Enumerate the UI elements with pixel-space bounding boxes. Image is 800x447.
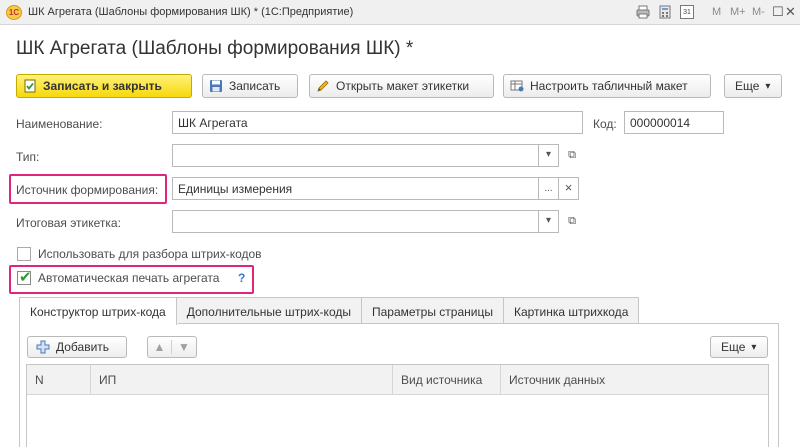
tab-page-parameters[interactable]: Параметры страницы	[360, 297, 504, 324]
barcode-constructor-table[interactable]: N ИП Вид источника Источник данных	[26, 364, 769, 447]
tab-bar: Конструктор штрих-кода Дополнительные шт…	[19, 297, 640, 325]
table-more-button[interactable]: Еще ▾	[710, 336, 768, 358]
help-icon[interactable]: ?	[238, 271, 245, 285]
code-input[interactable]: 000000014	[624, 111, 724, 134]
save-and-close-label: Записать и закрыть	[43, 79, 162, 93]
page-title: ШК Агрегата (Шаблоны формирования ШК) *	[16, 38, 414, 59]
use-for-parsing-label: Использовать для разбора штрих-кодов	[38, 247, 262, 261]
document-save-icon	[24, 79, 36, 93]
type-dropdown-button[interactable]: ▾	[539, 144, 559, 167]
table-more-label: Еще	[721, 340, 746, 354]
column-header-ip[interactable]: ИП	[91, 365, 393, 395]
type-input[interactable]	[172, 144, 539, 167]
plus-icon	[36, 340, 50, 354]
printer-icon[interactable]	[636, 5, 650, 19]
final-label-dropdown-button[interactable]: ▾	[539, 210, 559, 233]
auto-print-label: Автоматическая печать агрегата	[38, 271, 220, 285]
source-select-button[interactable]: ...	[539, 177, 559, 200]
save-and-close-button[interactable]: Записать и закрыть	[16, 74, 192, 98]
tab-additional-barcodes[interactable]: Дополнительные штрих-коды	[175, 297, 362, 324]
auto-print-checkbox[interactable]: ✔	[17, 269, 32, 286]
tab-barcode-constructor[interactable]: Конструктор штрих-кода	[19, 297, 177, 325]
final-label-input[interactable]	[172, 210, 539, 233]
source-label: Источник формирования:	[16, 183, 159, 197]
save-label: Записать	[229, 79, 281, 93]
more-actions-button[interactable]: Еще ▾	[724, 74, 782, 98]
column-header-n[interactable]: N	[27, 365, 91, 395]
code-label: Код:	[593, 117, 617, 131]
pencil-icon	[317, 80, 329, 92]
add-row-button[interactable]: Добавить	[27, 336, 127, 358]
app-logo-icon: 1С	[6, 5, 22, 20]
move-up-button[interactable]: ▲	[148, 340, 172, 354]
configure-table-layout-button[interactable]: Настроить табличный макет	[503, 74, 711, 98]
open-label-layout-button[interactable]: Открыть макет этикетки	[309, 74, 494, 98]
memory-m-plus-button[interactable]: M+	[730, 6, 746, 18]
more-actions-label: Еще	[735, 79, 760, 93]
source-clear-button[interactable]: ×	[559, 177, 579, 200]
move-buttons-group: ▲ ▼	[147, 336, 197, 358]
source-input[interactable]: Единицы измерения	[172, 177, 539, 200]
close-window-button[interactable]: ✕	[785, 4, 796, 20]
column-header-source-type[interactable]: Вид источника	[393, 365, 501, 395]
use-for-parsing-checkbox[interactable]	[17, 247, 31, 261]
calendar-icon[interactable]: 31	[680, 5, 694, 19]
chevron-down-icon: ▾	[765, 80, 771, 92]
name-input[interactable]: ШК Агрегата	[172, 111, 583, 134]
table-header: N ИП Вид источника Источник данных	[27, 365, 768, 395]
type-open-icon[interactable]: ⧉	[563, 146, 581, 164]
name-label: Наименование:	[16, 117, 103, 131]
calculator-icon[interactable]	[658, 5, 672, 19]
final-label-label: Итоговая этикетка:	[16, 216, 121, 230]
type-label: Тип:	[16, 150, 40, 164]
add-row-label: Добавить	[56, 340, 110, 354]
restore-window-button[interactable]: ☐	[772, 4, 784, 20]
final-label-open-icon[interactable]: ⧉	[563, 212, 581, 230]
move-down-button[interactable]: ▼	[172, 340, 196, 354]
checkmark-icon: ✔	[19, 269, 32, 286]
memory-m-minus-button[interactable]: M-	[752, 6, 765, 18]
tab-divider	[178, 323, 779, 324]
table-more-chevron-icon: ▾	[751, 341, 757, 353]
save-button[interactable]: Записать	[202, 74, 298, 98]
window-title: ШК Агрегата (Шаблоны формирования ШК) * …	[28, 6, 354, 18]
memory-m-button[interactable]: M	[712, 6, 721, 18]
column-header-data-source[interactable]: Источник данных	[501, 365, 768, 395]
open-label-layout-label: Открыть макет этикетки	[336, 79, 470, 93]
configure-table-layout-label: Настроить табличный макет	[530, 79, 688, 93]
tab-barcode-image[interactable]: Картинка штрихкода	[502, 297, 640, 324]
floppy-disk-icon	[210, 80, 222, 92]
window-titlebar: 1С ШК Агрегата (Шаблоны формирования ШК)…	[0, 0, 800, 25]
table-settings-icon	[510, 80, 524, 92]
